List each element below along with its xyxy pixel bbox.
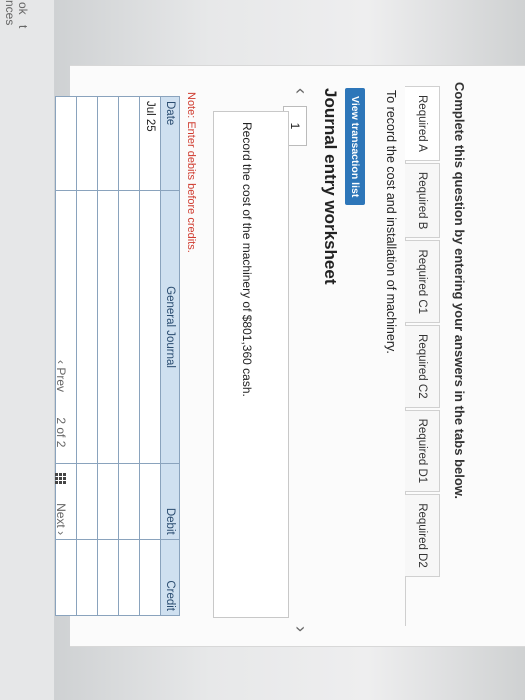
next-label: Next (54, 503, 68, 528)
credit-cell[interactable] (118, 539, 140, 616)
date-cell[interactable]: Jul 25 (139, 96, 161, 191)
table-row: Jul 25 (139, 96, 161, 616)
chevron-left-icon[interactable]: ‹ (290, 88, 311, 94)
next-button[interactable]: Next › (54, 503, 68, 535)
tab-required-d2[interactable]: Required D2 (405, 494, 440, 577)
instructions: Complete this question by entering your … (452, 82, 467, 500)
debit-credit-note: Note: Enter debits before credits. (185, 92, 197, 253)
worksheet-title: Journal entry worksheet (321, 88, 340, 285)
column-general-journal: General Journal (160, 190, 180, 464)
table-row (97, 96, 119, 616)
page-indicator: 2 of 2 (54, 417, 68, 448)
side-nav-item[interactable]: ok (16, 2, 30, 15)
side-nav (0, 0, 55, 700)
task-text: To record the cost and installation of m… (384, 90, 398, 354)
tab-required-d1[interactable]: Required D1 (405, 409, 440, 493)
chevron-right-icon[interactable]: › (290, 626, 311, 632)
required-tabs: Required A Required B Required C1 Requir… (405, 86, 440, 626)
date-cell[interactable] (97, 96, 119, 191)
question-panel: Complete this question by entering your … (55, 65, 525, 647)
credit-cell[interactable] (76, 539, 98, 616)
side-nav-item[interactable]: t (16, 25, 30, 28)
journal-table: Date General Journal Debit Credit Jul 25 (55, 96, 180, 616)
prev-label: Prev (54, 367, 68, 393)
view-transaction-list-button[interactable]: View transaction list (345, 88, 365, 206)
grid-icon[interactable] (54, 472, 66, 484)
debit-cell[interactable] (76, 463, 98, 540)
description-box: Record the cost of the machinery of $801… (213, 111, 289, 618)
account-cell[interactable] (139, 190, 161, 464)
column-date: Date (160, 96, 180, 191)
screen: ok t nces Complete this question by ente… (0, 0, 525, 700)
side-nav-item[interactable]: nces (3, 0, 17, 25)
column-debit: Debit (160, 463, 180, 540)
tab-required-c1[interactable]: Required C1 (405, 240, 440, 324)
table-row (76, 96, 98, 616)
date-cell[interactable] (118, 96, 140, 191)
debit-cell[interactable] (97, 463, 119, 540)
pagination: ‹ Prev 2 of 2 Next › (54, 360, 68, 557)
account-cell[interactable] (76, 190, 98, 464)
photo-background: ok t nces Complete this question by ente… (0, 0, 525, 700)
credit-cell[interactable] (97, 539, 119, 616)
column-credit: Credit (160, 539, 180, 616)
table-row (118, 96, 140, 616)
account-cell[interactable] (97, 190, 119, 464)
debit-cell[interactable] (118, 463, 140, 540)
credit-cell[interactable] (139, 539, 161, 616)
account-cell[interactable] (118, 190, 140, 464)
entry-description: Record the cost of the machinery of $801… (240, 122, 254, 397)
debit-cell[interactable] (139, 463, 161, 540)
prev-button[interactable]: ‹ Prev (54, 360, 68, 392)
tab-required-b[interactable]: Required B (405, 162, 440, 239)
date-cell[interactable] (55, 96, 77, 191)
tab-required-a[interactable]: Required A (405, 86, 440, 161)
tab-required-c2[interactable]: Required C2 (405, 325, 440, 408)
date-cell[interactable] (76, 96, 98, 191)
